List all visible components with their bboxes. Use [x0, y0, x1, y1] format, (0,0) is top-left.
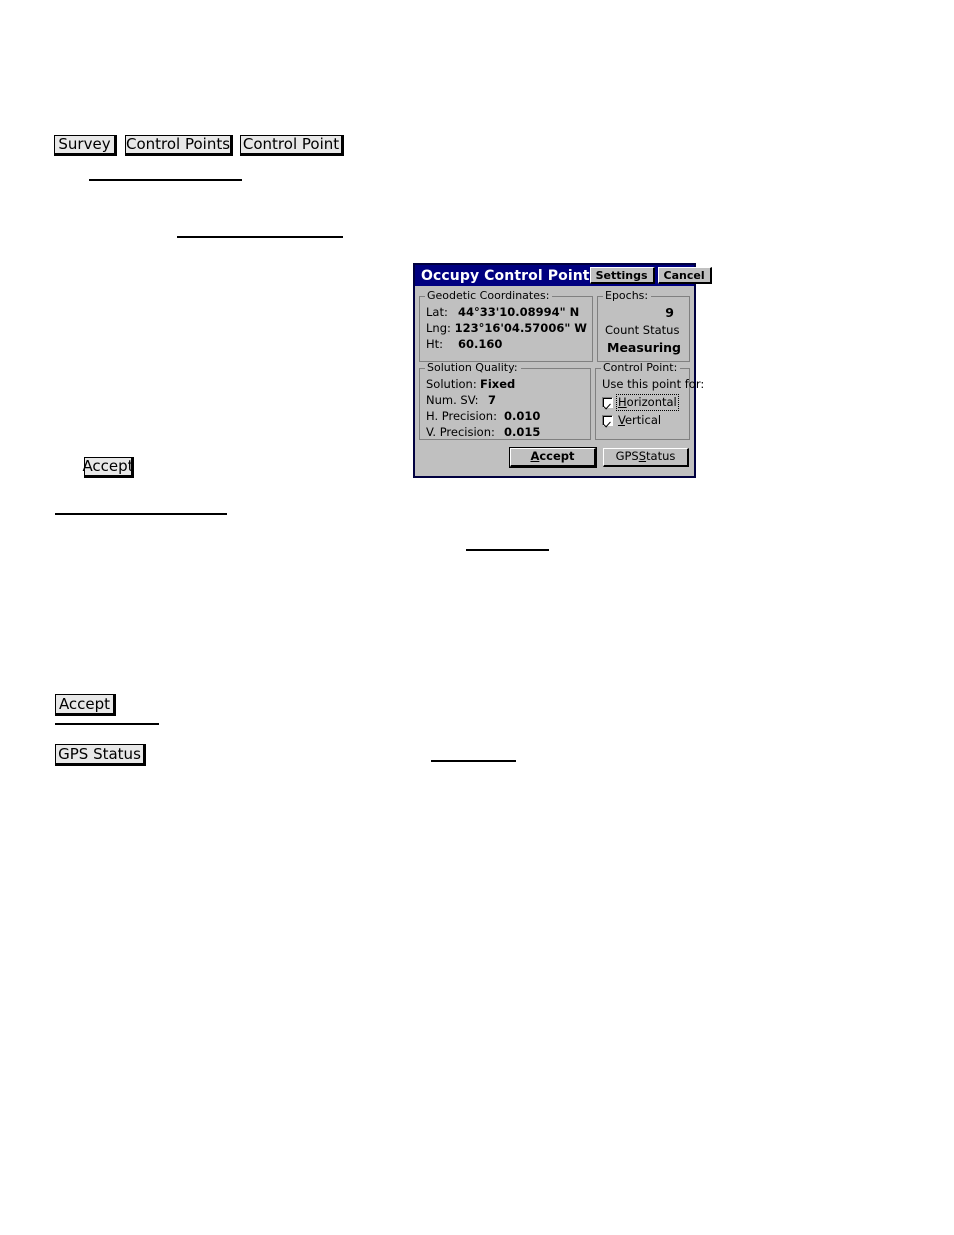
cancel-button[interactable]: Cancel [657, 267, 712, 284]
num-sv-value: 7 [488, 393, 497, 407]
rule-3 [55, 513, 227, 515]
rule-6 [431, 760, 516, 762]
vertical-checkbox[interactable] [602, 415, 613, 426]
vertical-label-rest: ertical [624, 413, 662, 427]
accept-label-rest: ccept [539, 449, 575, 464]
height-row: Ht: 60.160 [426, 336, 587, 352]
accept-accel: A [530, 449, 540, 464]
solution-row: Solution: Fixed [426, 376, 585, 392]
gps-status-label-pre: GPS [615, 449, 639, 464]
upper-panel-row: Geodetic Coordinates: Lat: 44°33'10.0899… [419, 290, 690, 362]
doc-button-gps-status-inline[interactable]: GPS Status [55, 744, 146, 766]
h-precision-value: 0.010 [504, 409, 541, 423]
epochs-legend: Epochs: [603, 290, 652, 301]
dialog-button-row: Accept GPS Status [419, 447, 690, 468]
occupy-control-point-dialog: Occupy Control Point Settings Cancel Geo… [413, 263, 712, 478]
epoch-count-value: 9 [665, 305, 674, 320]
vertical-checkbox-row[interactable]: Vertical [602, 413, 684, 428]
v-precision-row: V. Precision: 0.015 [426, 424, 585, 440]
num-sv-row: Num. SV: 7 [426, 392, 585, 408]
horizontal-accel: H [618, 395, 627, 409]
h-precision-label: H. Precision: [426, 409, 497, 423]
vertical-accel: V [618, 413, 625, 427]
h-precision-row: H. Precision: 0.010 [426, 408, 585, 424]
latitude-row: Lat: 44°33'10.08994" N [426, 304, 587, 320]
doc-button-survey[interactable]: Survey [54, 135, 117, 156]
lower-panel-row: Solution Quality: Solution: Fixed Num. S… [419, 362, 705, 440]
rule-5 [55, 723, 159, 725]
height-label: Ht: [426, 337, 444, 351]
longitude-row: Lng: 123°16'04.57006" W [426, 320, 587, 336]
solution-value: Fixed [480, 377, 516, 391]
rule-1 [89, 179, 242, 181]
rule-2 [177, 236, 343, 238]
epochs-group: Epochs: 9 Count Status Measuring [597, 290, 690, 362]
longitude-value: 123°16'04.57006" W [454, 321, 587, 335]
dialog-title: Occupy Control Point [421, 267, 590, 284]
gps-status-label-rest: tatus [646, 449, 676, 464]
count-status-value: Measuring [607, 340, 681, 355]
doc-button-control-point[interactable]: Control Point [240, 135, 344, 156]
solution-quality-group: Solution Quality: Solution: Fixed Num. S… [419, 362, 591, 440]
longitude-label: Lng: [426, 321, 451, 335]
num-sv-label: Num. SV: [426, 393, 479, 407]
gps-status-button[interactable]: GPS Status [603, 448, 689, 467]
v-precision-label: V. Precision: [426, 425, 495, 439]
rule-4 [466, 549, 549, 551]
control-point-group: Control Point: Use this point for: Horiz… [595, 362, 705, 440]
geodetic-coordinates-legend: Geodetic Coordinates: [425, 290, 553, 301]
solution-label: Solution: [426, 377, 477, 391]
settings-button[interactable]: Settings [589, 267, 655, 284]
horizontal-label-rest: orizontal [626, 395, 677, 409]
doc-button-accept-inline-1[interactable]: Accept [82, 457, 134, 478]
doc-button-control-points[interactable]: Control Points [125, 135, 233, 156]
v-precision-value: 0.015 [504, 425, 541, 439]
latitude-value: 44°33'10.08994" N [458, 305, 580, 319]
horizontal-checkbox-row[interactable]: Horizontal [602, 394, 684, 411]
dialog-body: Geodetic Coordinates: Lat: 44°33'10.0899… [415, 286, 705, 476]
dialog-titlebar: Occupy Control Point Settings Cancel [415, 265, 712, 286]
horizontal-checkbox-label: Horizontal [616, 394, 679, 411]
control-point-legend: Control Point: [601, 362, 681, 373]
vertical-checkbox-label: Vertical [618, 414, 661, 427]
count-status-label: Count Status [605, 323, 680, 337]
use-point-for-label: Use this point for: [602, 377, 705, 391]
accept-button[interactable]: Accept [509, 447, 597, 468]
gps-status-accel: S [638, 449, 647, 464]
doc-button-accept-inline-2[interactable]: Accept [55, 694, 116, 716]
horizontal-checkbox[interactable] [602, 397, 613, 408]
height-value: 60.160 [458, 337, 503, 351]
solution-quality-legend: Solution Quality: [425, 362, 521, 373]
geodetic-coordinates-group: Geodetic Coordinates: Lat: 44°33'10.0899… [419, 290, 593, 362]
latitude-label: Lat: [426, 305, 448, 319]
